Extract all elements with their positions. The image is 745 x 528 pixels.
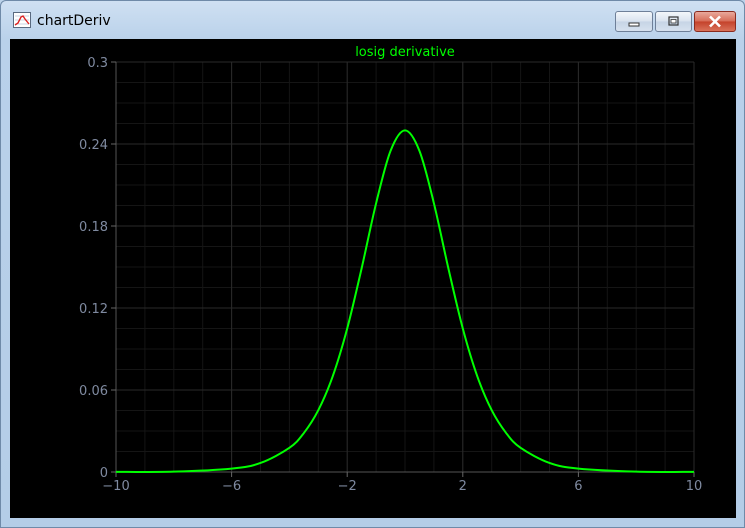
- y-tick-label: 0.12: [79, 302, 108, 317]
- chart-title: losig derivative: [355, 45, 455, 60]
- maximize-icon: [668, 16, 679, 26]
- chart-app-icon: [13, 12, 31, 28]
- x-tick-label: −2: [338, 479, 357, 494]
- x-tick-label: −6: [222, 479, 241, 494]
- minimize-button[interactable]: [615, 11, 653, 32]
- chart-panel: 0 0.06 0.12 0.18 0.24 0.3 −10 −6 −2 2 6 10 losig d…: [10, 39, 736, 518]
- title-bar[interactable]: chartDeriv: [1, 1, 744, 39]
- grid-minor: [115, 61, 695, 473]
- x-tick-label: −10: [102, 479, 129, 494]
- x-tick-label: 6: [574, 479, 582, 494]
- y-tick-label: 0.24: [79, 138, 108, 153]
- window-title: chartDeriv: [37, 13, 111, 29]
- maximize-button[interactable]: [655, 11, 692, 32]
- y-tick-label: 0.18: [79, 220, 108, 235]
- x-axis-ticks: −10 −6 −2 2 6 10: [102, 472, 702, 494]
- minimize-icon: [628, 22, 640, 27]
- close-icon: [709, 15, 721, 28]
- app-window: chartDeriv 0 0.06 0.12 0.18 0.24 0.3 −10 −6: [0, 0, 745, 528]
- y-tick-label: 0.06: [79, 384, 108, 399]
- x-tick-label: 10: [686, 479, 703, 494]
- y-tick-label: 0.3: [87, 56, 108, 71]
- x-tick-label: 2: [459, 479, 467, 494]
- close-button[interactable]: [694, 11, 736, 32]
- deriv-chart: 00.060.120.180.240.3 −10 −6 −2 2 6 10 losig d…: [79, 45, 702, 494]
- y-axis-ticks: 00.060.120.180.240.3: [79, 56, 116, 481]
